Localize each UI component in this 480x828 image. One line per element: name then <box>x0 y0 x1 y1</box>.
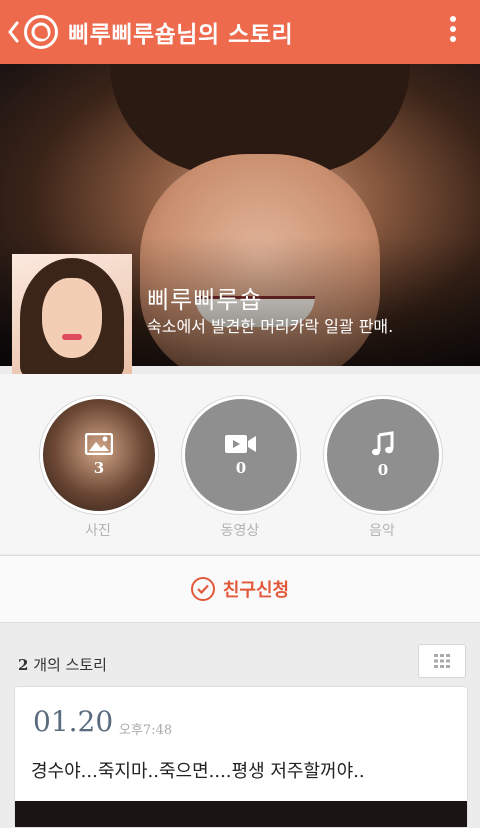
story-image[interactable] <box>15 801 467 827</box>
media-section: 3 사진 0 동영상 0 음악 <box>0 374 480 554</box>
music-label: 음악 <box>369 523 395 539</box>
media-item-video[interactable]: 0 동영상 <box>182 396 300 540</box>
photo-count: 3 <box>93 459 105 477</box>
stories-header: 2 개의 스토리 <box>0 630 480 690</box>
story-time: 오후7:48 <box>119 723 173 738</box>
friend-request-label: 친구신청 <box>222 580 290 601</box>
top-bar: 삐루삐루숍님의 스토리 <box>0 0 480 64</box>
avatar[interactable] <box>12 254 132 374</box>
photo-icon <box>85 433 113 455</box>
story-count: 2 개의 스토리 <box>18 654 107 675</box>
media-item-photo[interactable]: 3 사진 <box>40 396 158 540</box>
friend-request-button[interactable]: 친구신청 <box>190 576 290 602</box>
story-count-number: 2 <box>18 656 29 674</box>
story-count-suffix: 개의 스토리 <box>33 656 107 674</box>
video-icon <box>224 433 258 455</box>
photo-label: 사진 <box>85 523 111 539</box>
grid-icon <box>434 654 450 668</box>
chevron-left-icon <box>8 21 19 43</box>
vertical-dots-icon <box>450 16 456 22</box>
music-count: 0 <box>377 461 389 479</box>
music-icon <box>370 431 396 457</box>
profile-name: 삐루삐루숍 <box>147 286 263 314</box>
kakaostory-logo-icon[interactable] <box>24 15 58 49</box>
video-count: 0 <box>235 459 247 477</box>
music-circle[interactable]: 0 <box>324 396 442 514</box>
friend-request-row: 친구신청 <box>0 555 480 623</box>
video-circle[interactable]: 0 <box>182 396 300 514</box>
media-item-music[interactable]: 0 음악 <box>324 396 442 540</box>
check-circle-icon <box>190 577 215 601</box>
story-text: 경수야...죽지마..죽으면....평생 저주할꺼야.. <box>31 761 365 782</box>
grid-view-button[interactable] <box>418 644 466 678</box>
back-button[interactable] <box>4 0 22 64</box>
story-date: 01.20 <box>33 705 114 738</box>
profile-status: 숙소에서 발견한 머리카락 일괄 판매. <box>147 317 394 336</box>
story-card[interactable]: 01.20 오후7:48 경수야...죽지마..죽으면....평생 저주할꺼야.… <box>14 686 468 828</box>
page-title: 삐루삐루숍님의 스토리 <box>68 21 294 48</box>
photo-circle[interactable]: 3 <box>40 396 158 514</box>
more-options-button[interactable] <box>448 16 458 48</box>
video-label: 동영상 <box>220 523 260 539</box>
